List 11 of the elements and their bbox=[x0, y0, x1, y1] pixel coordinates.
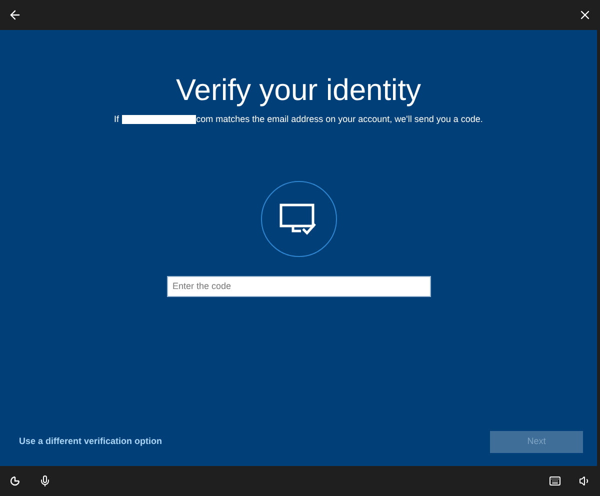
microphone-icon[interactable] bbox=[39, 475, 51, 487]
subtitle-prefix: If bbox=[114, 113, 120, 126]
page-title: Verify your identity bbox=[176, 73, 422, 109]
code-field[interactable]: Enter the code bbox=[166, 276, 430, 296]
close-icon[interactable] bbox=[578, 8, 592, 22]
back-icon[interactable] bbox=[8, 8, 22, 22]
alternate-option-link[interactable]: Use a different verification option bbox=[19, 435, 162, 449]
monitor-check-icon bbox=[260, 180, 336, 256]
keyboard-icon[interactable] bbox=[549, 475, 561, 487]
subtitle-text: com matches the email address on your account, we'll send you a code. bbox=[196, 113, 483, 126]
volume-icon[interactable] bbox=[579, 475, 591, 487]
